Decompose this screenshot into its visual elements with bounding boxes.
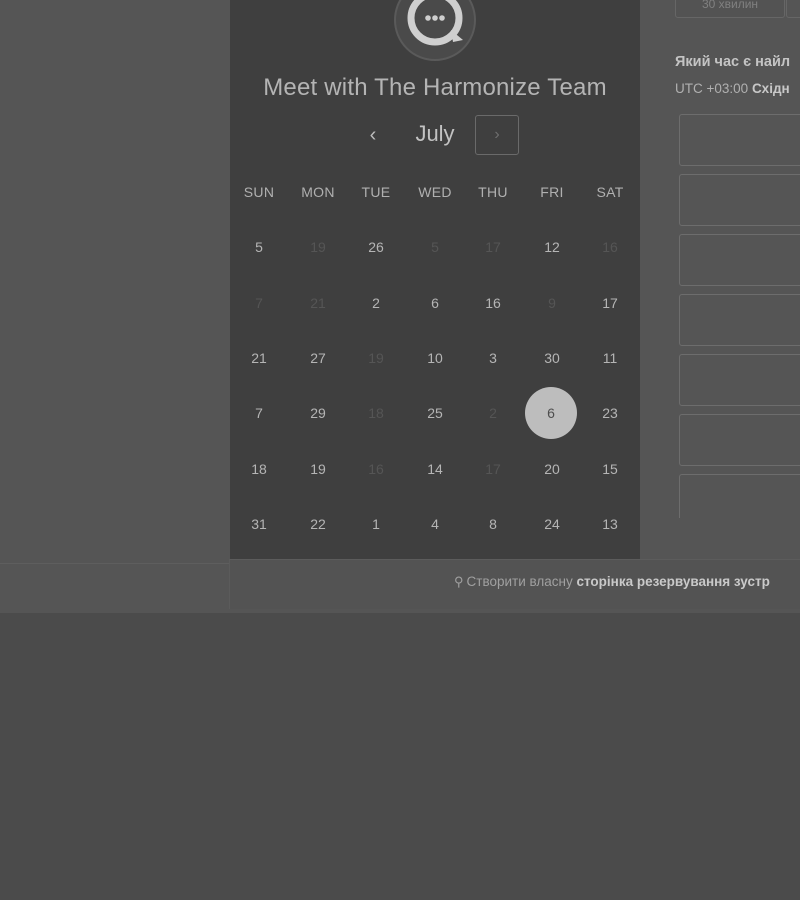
weekday-header: FRI bbox=[540, 184, 564, 200]
meeting-title: Meet with The Harmonize Team bbox=[263, 74, 607, 101]
calendar-day[interactable]: 5 bbox=[239, 238, 279, 256]
calendar-day[interactable]: 1 bbox=[356, 515, 396, 533]
selected-calendar-day[interactable]: 6 bbox=[525, 387, 577, 439]
calendar-day[interactable]: 20 bbox=[532, 460, 572, 478]
calendar-day[interactable]: 16 bbox=[473, 294, 513, 312]
calendar-day-disabled: 17 bbox=[485, 461, 501, 477]
time-slot-button[interactable] bbox=[679, 474, 800, 518]
weekday-header: WED bbox=[418, 184, 452, 200]
calendar-day[interactable]: 18 bbox=[239, 460, 279, 478]
calendar-day[interactable]: 7 bbox=[239, 404, 279, 422]
calendar-day-disabled: 2 bbox=[489, 405, 497, 421]
calendar-day-disabled: 5 bbox=[431, 239, 439, 255]
calendar-day[interactable]: 29 bbox=[298, 404, 338, 422]
calendar-day[interactable]: 10 bbox=[415, 349, 455, 367]
calendar-day-disabled: 19 bbox=[310, 239, 326, 255]
calendar-day[interactable]: 27 bbox=[298, 349, 338, 367]
harmonize-logo-icon bbox=[394, 0, 476, 61]
calendar-day-disabled: 17 bbox=[485, 239, 501, 255]
calendar-day[interactable]: 25 bbox=[415, 404, 455, 422]
footer-text-bold: сторінка резервування зустр bbox=[576, 574, 770, 589]
calendar-day-disabled: 19 bbox=[368, 350, 384, 366]
calendar-day-disabled: 18 bbox=[368, 405, 384, 421]
calendar-day[interactable]: 6 bbox=[415, 294, 455, 312]
calendar-day[interactable]: 30 bbox=[532, 349, 572, 367]
weekday-header: SAT bbox=[596, 184, 624, 200]
calendar-day[interactable]: 26 bbox=[356, 238, 396, 256]
calendar-day[interactable]: 24 bbox=[532, 515, 572, 533]
calendar-day-disabled: 9 bbox=[548, 295, 556, 311]
weekday-header: MON bbox=[301, 184, 335, 200]
hubspot-sprocket-icon: ⚲ bbox=[454, 574, 464, 589]
weekday-header: THU bbox=[478, 184, 508, 200]
next-month-button[interactable]: › bbox=[475, 115, 519, 155]
time-question-heading: Який час є найл bbox=[675, 54, 791, 70]
calendar-day-disabled: 16 bbox=[602, 239, 618, 255]
calendar-day[interactable]: 19 bbox=[298, 460, 338, 478]
previous-month-button[interactable]: ‹ bbox=[360, 120, 386, 150]
create-booking-page-link[interactable]: ⚲ Створити власну сторінка резервування з… bbox=[454, 574, 770, 590]
calendar-day[interactable]: 13 bbox=[590, 515, 630, 533]
calendar-day[interactable]: 17 bbox=[590, 294, 630, 312]
calendar-day-disabled: 21 bbox=[310, 295, 326, 311]
calendar-day[interactable]: 23 bbox=[590, 404, 630, 422]
calendar-day[interactable]: 3 bbox=[473, 349, 513, 367]
calendar-day[interactable]: 14 bbox=[415, 460, 455, 478]
calendar-day[interactable]: 2 bbox=[356, 294, 396, 312]
weekday-header: SUN bbox=[243, 184, 275, 200]
time-slot-button[interactable] bbox=[679, 174, 800, 226]
time-slot-button[interactable] bbox=[679, 414, 800, 466]
duration-option-button[interactable] bbox=[786, 0, 800, 18]
duration-label: 30 хвилин bbox=[701, 0, 759, 11]
divider bbox=[0, 563, 229, 564]
timezone-offset: UTC +03:00 bbox=[675, 81, 749, 96]
calendar-day-disabled: 7 bbox=[255, 295, 263, 311]
duration-option-30-button[interactable]: 30 хвилин bbox=[675, 0, 785, 18]
time-slot-button[interactable] bbox=[679, 114, 800, 166]
calendar-day-disabled: 16 bbox=[368, 461, 384, 477]
calendar-day[interactable]: 4 bbox=[415, 515, 455, 533]
footer-text-prefix: Створити власну bbox=[466, 574, 573, 589]
calendar-day[interactable]: 12 bbox=[532, 238, 572, 256]
timezone-name: Східн bbox=[751, 81, 790, 96]
calendar-day[interactable]: 8 bbox=[473, 515, 513, 533]
calendar-day[interactable]: 21 bbox=[239, 349, 279, 367]
time-slot-button[interactable] bbox=[679, 234, 800, 286]
month-label: July bbox=[415, 121, 455, 146]
time-slot-button[interactable] bbox=[679, 354, 800, 406]
weekday-header: TUE bbox=[361, 184, 391, 200]
calendar-day[interactable]: 31 bbox=[239, 515, 279, 533]
calendar-day[interactable]: 11 bbox=[590, 349, 630, 367]
calendar-day[interactable]: 15 bbox=[590, 460, 630, 478]
time-slot-button[interactable] bbox=[679, 294, 800, 346]
timezone-selector[interactable]: UTC +03:00 Східн bbox=[675, 81, 790, 96]
time-slot-list bbox=[640, 110, 800, 518]
calendar-day[interactable]: 22 bbox=[298, 515, 338, 533]
